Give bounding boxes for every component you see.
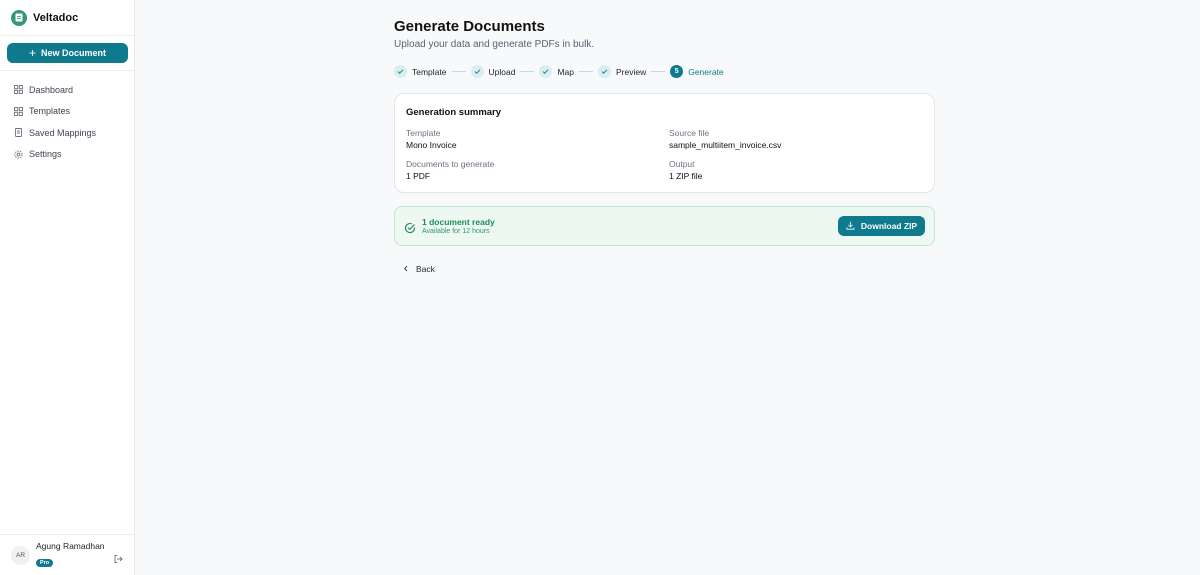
stepper: Template Upload Map Preview 5 Generate xyxy=(394,65,724,78)
logo-icon xyxy=(11,9,27,26)
dashboard-icon xyxy=(14,85,23,95)
step-connector xyxy=(520,71,535,72)
sidebar-item-dashboard[interactable]: Dashboard xyxy=(0,79,134,101)
output-value: 1 ZIP file xyxy=(669,171,703,181)
sidebar-nav: Dashboard Templates Saved Mappings Setti… xyxy=(0,71,134,165)
download-zip-label: Download ZIP xyxy=(860,221,918,231)
page-title: Generate Documents xyxy=(394,18,545,35)
bookmark-icon xyxy=(14,128,23,138)
step-label: Template xyxy=(412,66,447,77)
template-label: Template xyxy=(406,128,441,138)
step-label: Generate xyxy=(688,66,724,77)
step-upload[interactable]: Upload xyxy=(470,65,516,78)
templates-icon xyxy=(14,106,23,116)
step-connector xyxy=(651,71,666,72)
brand[interactable]: Veltadoc xyxy=(0,0,134,36)
document-count-value: 1 PDF xyxy=(406,171,431,181)
step-generate[interactable]: 5 Generate xyxy=(670,65,724,78)
source-file-field: Source file sample_multiitem_invoice.csv xyxy=(669,128,781,150)
source-file-label: Source file xyxy=(669,128,710,138)
sidebar-item-saved-mappings[interactable]: Saved Mappings xyxy=(0,122,134,144)
back-label: Back xyxy=(416,264,435,274)
back-button[interactable]: Back xyxy=(403,264,435,274)
output-field: Output 1 ZIP file xyxy=(669,159,702,181)
generation-summary-card: Generation summary Template Mono Invoice… xyxy=(394,93,935,193)
new-document-button[interactable]: + New Document xyxy=(7,43,128,63)
sidebar-item-label: Templates xyxy=(29,106,71,117)
user-name: Agung Ramadhan xyxy=(36,541,105,551)
sidebar-item-settings[interactable]: Settings xyxy=(0,144,134,166)
sidebar-item-label: Dashboard xyxy=(29,84,74,95)
brand-name: Veltadoc xyxy=(33,11,79,24)
check-icon xyxy=(394,65,407,78)
step-number: 5 xyxy=(670,65,684,78)
check-icon xyxy=(470,65,484,78)
logout-icon[interactable] xyxy=(113,551,123,563)
check-icon xyxy=(539,65,553,78)
step-label: Preview xyxy=(615,66,647,77)
document-count-label: Documents to generate xyxy=(406,159,495,169)
sidebar-item-label: Saved Mappings xyxy=(29,127,97,138)
step-label: Map xyxy=(557,66,574,77)
user-profile[interactable]: AR Agung Ramadhan Pro xyxy=(0,534,134,575)
check-circle-icon xyxy=(404,221,416,234)
step-label: Upload xyxy=(488,66,516,77)
plus-icon: + xyxy=(28,46,36,60)
page-subtitle: Upload your data and generate PDFs in bu… xyxy=(394,39,595,50)
step-template[interactable]: Template xyxy=(394,65,447,78)
chevron-left-icon xyxy=(403,264,409,274)
document-count-field: Documents to generate 1 PDF xyxy=(406,159,494,181)
ready-banner: 1 document ready Available for 12 hours … xyxy=(394,206,935,246)
summary-title: Generation summary xyxy=(406,107,502,118)
template-field: Template Mono Invoice xyxy=(406,128,457,150)
sidebar-item-label: Settings xyxy=(29,149,62,160)
output-label: Output xyxy=(669,159,695,169)
download-zip-button[interactable]: Download ZIP xyxy=(838,216,925,236)
ready-title: 1 document ready xyxy=(422,217,495,227)
ready-subtitle: Available for 12 hours xyxy=(422,228,490,235)
source-file-value: sample_multiitem_invoice.csv xyxy=(669,140,782,150)
step-connector xyxy=(578,71,593,72)
new-document-label: New Document xyxy=(41,48,107,58)
sidebar: Veltadoc + New Document Dashboard Templa… xyxy=(0,0,135,575)
download-icon xyxy=(846,221,855,232)
template-value: Mono Invoice xyxy=(406,140,457,150)
step-map[interactable]: Map xyxy=(539,65,574,78)
step-connector xyxy=(451,71,466,72)
plan-badge: Pro xyxy=(36,559,54,567)
gear-icon xyxy=(14,150,23,159)
sidebar-item-templates[interactable]: Templates xyxy=(0,101,134,123)
check-icon xyxy=(597,65,611,78)
avatar: AR xyxy=(11,545,30,565)
step-preview[interactable]: Preview xyxy=(597,65,647,78)
